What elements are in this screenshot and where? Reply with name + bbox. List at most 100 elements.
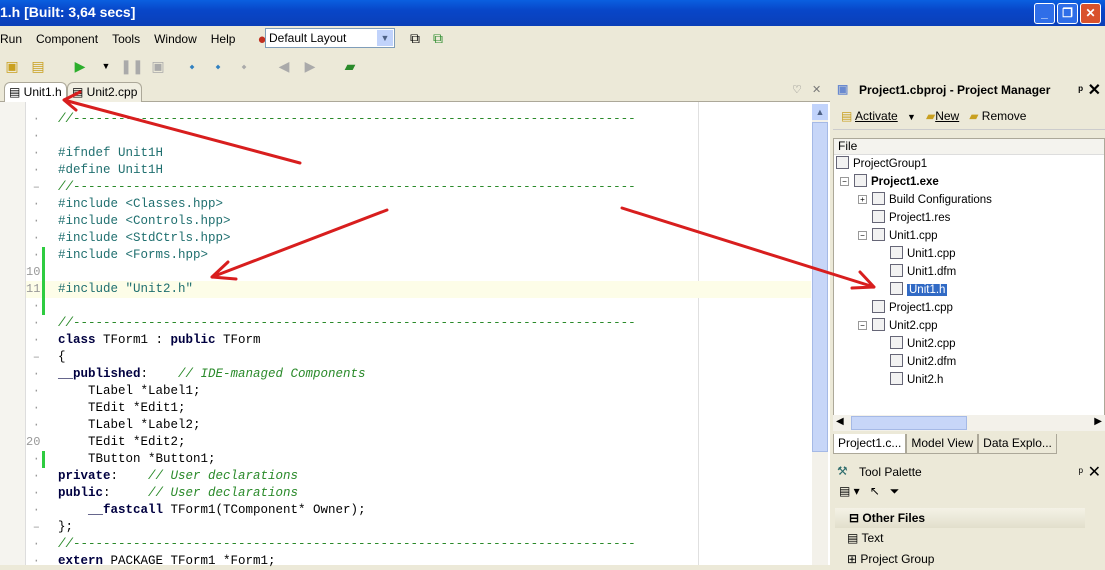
categories-icon[interactable]: ▤ ▾ [839, 484, 860, 504]
column-header-file[interactable]: File [834, 139, 1104, 155]
pin-icon[interactable]: ᵖ [1078, 83, 1083, 97]
close-button[interactable]: ✕ [1080, 3, 1101, 24]
maximize-button[interactable]: ❐ [1057, 3, 1078, 24]
tree-node[interactable]: Unit2.h [890, 371, 943, 389]
minimize-button[interactable]: _ [1034, 3, 1055, 24]
pause-icon[interactable]: ❚❚ [120, 56, 143, 76]
tree-node[interactable]: − Unit2.cpp [858, 317, 938, 335]
menu-component[interactable]: Component [36, 32, 106, 46]
pin-icon[interactable]: ᵖ [1078, 465, 1083, 479]
code-line[interactable]: – //-------------------------------------… [26, 179, 811, 196]
menu-tools[interactable]: Tools [112, 32, 148, 46]
layout-select[interactable]: Default Layout ▼ [265, 28, 395, 48]
code-line[interactable]: 10 [26, 264, 811, 281]
tab-unit2-cpp[interactable]: ▤ Unit2.cpp [67, 82, 143, 102]
set-layout-icon[interactable]: ⧉ [433, 30, 443, 47]
tree-node[interactable]: Unit1.h [890, 281, 948, 299]
tree-node[interactable]: − Unit1.cpp [858, 227, 938, 245]
tree-node[interactable]: Unit2.dfm [890, 353, 956, 371]
back-icon[interactable]: ◀ [274, 56, 294, 76]
open-project-icon[interactable]: ▣ [2, 56, 22, 76]
code-line[interactable]: · TLabel *Label2; [26, 417, 811, 434]
code-line[interactable]: · [26, 128, 811, 145]
palette-item-project-group[interactable]: ⊞ Project Group [833, 549, 1105, 570]
scroll-left-icon[interactable]: ◀ [836, 416, 844, 427]
close-panel-icon[interactable]: ✕ [1088, 80, 1101, 100]
step-over-icon[interactable]: ⬩ [208, 56, 228, 76]
menu-window[interactable]: Window [154, 32, 205, 46]
scroll-right-icon[interactable]: ▶ [1094, 416, 1102, 427]
filter-icon[interactable]: ⏷ [890, 484, 900, 504]
project-manager-toolbar: ▤ Activate ▼ ▰New ▰ Remove [833, 102, 1105, 130]
new-button[interactable]: ▰New [926, 109, 959, 123]
collapse-icon[interactable]: − [840, 177, 849, 186]
code-line[interactable]: –{ [26, 349, 811, 366]
save-layout-icon[interactable]: ⧉ [410, 30, 420, 47]
category-other-files[interactable]: ⊟ Other Files [835, 508, 1085, 528]
expand-icon[interactable]: + [858, 195, 867, 204]
close-tab-icon[interactable]: ✕ [812, 83, 821, 96]
run-until-return-icon[interactable]: ⬩ [234, 56, 254, 76]
code-line[interactable]: · TEdit *Edit1; [26, 400, 811, 417]
code-line[interactable]: · #define Unit1H [26, 162, 811, 179]
run-icon[interactable]: ▶ [70, 56, 90, 76]
scroll-up-icon[interactable]: ▲ [812, 104, 828, 120]
code-line[interactable]: · #include <StdCtrls.hpp> [26, 230, 811, 247]
editor-vertical-scrollbar[interactable]: ▲ [812, 104, 828, 565]
code-line[interactable]: · #ifndef Unit1H [26, 145, 811, 162]
code-line[interactable]: · //-------------------------------------… [26, 315, 811, 332]
code-line[interactable]: 11 #include "Unit2.h" [26, 281, 811, 298]
tree-node[interactable]: Project1.res [872, 209, 950, 227]
tree-node[interactable]: + Build Configurations [858, 191, 992, 209]
tree-node[interactable]: Unit2.cpp [890, 335, 956, 353]
project-tree[interactable]: File ProjectGroup1− Project1.exe + Build Co… [833, 138, 1105, 428]
tab-data-explorer[interactable]: Data Explo... [978, 434, 1057, 454]
tree-horizontal-scrollbar[interactable]: ◀ ▶ [833, 415, 1105, 431]
tree-node[interactable]: Project1.cpp [872, 299, 953, 317]
tree-node[interactable]: Unit1.dfm [890, 263, 956, 281]
scroll-thumb[interactable] [851, 416, 967, 430]
code-line[interactable]: · #include <Forms.hpp> [26, 247, 811, 264]
code-line[interactable]: · [26, 298, 811, 315]
code-line[interactable]: · __published: // IDE-managed Components [26, 366, 811, 383]
code-line[interactable]: · TLabel *Label1; [26, 383, 811, 400]
code-line[interactable]: · #include <Classes.hpp> [26, 196, 811, 213]
code-line[interactable]: · TButton *Button1; [26, 451, 811, 468]
collapse-icon[interactable]: − [858, 231, 867, 240]
pointer-icon[interactable]: ↖ [870, 484, 880, 504]
menu-run[interactable]: Run [0, 32, 30, 46]
code-line[interactable]: · __fastcall TForm1(TComponent* Owner); [26, 502, 811, 519]
code-line[interactable]: 20 TEdit *Edit2; [26, 434, 811, 451]
collapse-icon[interactable]: − [858, 321, 867, 330]
open-file-icon[interactable]: ▤ [28, 56, 48, 76]
code-line[interactable]: · extern PACKAGE TForm1 *Form1; [26, 553, 811, 570]
menu-help[interactable]: Help [211, 32, 244, 46]
code-line[interactable]: · public: // User declarations [26, 485, 811, 502]
stop-icon[interactable]: ▣ [148, 56, 168, 76]
tab-unit1-h[interactable]: ▤ Unit1.h [4, 82, 67, 103]
code-line[interactable]: · //-------------------------------------… [26, 536, 811, 553]
palette-item-text[interactable]: ▤ Text [833, 528, 1105, 549]
forward-icon[interactable]: ▶ [300, 56, 320, 76]
favorite-icon[interactable]: ♡ [792, 83, 802, 96]
code-line[interactable]: –}; [26, 519, 811, 536]
tree-node[interactable]: − Project1.exe [840, 173, 939, 191]
code-line[interactable]: · //-------------------------------------… [26, 111, 811, 128]
activate-button[interactable]: ▤ Activate ▼ [841, 109, 916, 123]
trace-into-icon[interactable]: ⬩ [182, 56, 202, 76]
chevron-down-icon[interactable]: ▼ [907, 112, 916, 122]
scroll-thumb[interactable] [812, 122, 828, 452]
code-line[interactable]: · class TForm1 : public TForm [26, 332, 811, 349]
tab-project-manager[interactable]: Project1.c... [833, 434, 907, 454]
tree-node[interactable]: ProjectGroup1 [836, 155, 927, 173]
tree-node[interactable]: Unit1.cpp [890, 245, 956, 263]
remove-button[interactable]: ▰ Remove [969, 109, 1026, 123]
run-dropdown-icon[interactable]: ▼ [96, 56, 116, 76]
code-editor[interactable]: · //-------------------------------------… [0, 102, 830, 568]
code-line[interactable]: · private: // User declarations [26, 468, 811, 485]
help-book-icon[interactable]: ▰ [340, 56, 360, 76]
close-panel-icon[interactable]: ✕ [1088, 462, 1101, 482]
chevron-down-icon[interactable]: ▼ [377, 30, 393, 46]
code-line[interactable]: · #include <Controls.hpp> [26, 213, 811, 230]
tab-model-view[interactable]: Model View [906, 434, 979, 454]
